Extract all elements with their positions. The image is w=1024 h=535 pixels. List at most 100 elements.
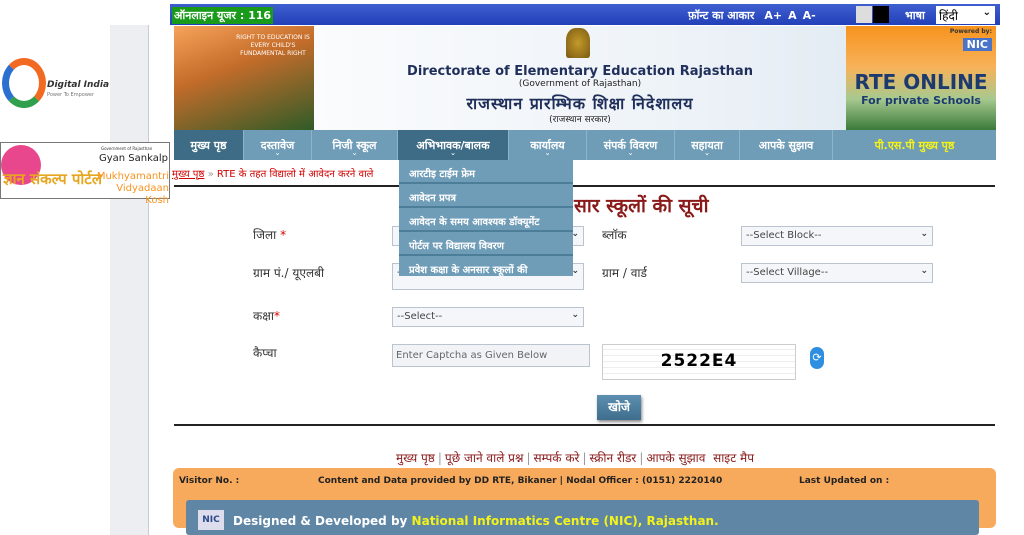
last-updated: Last Updated on : [799, 476, 890, 486]
required-mark: * [280, 228, 287, 242]
chevron-down-icon: ⌄ [274, 149, 281, 157]
village-select[interactable]: --Select Village-- ⌄ [741, 263, 933, 283]
footer-link-screen-reader[interactable]: स्क्रीन रीडर [590, 451, 637, 465]
breadcrumb-current: RTE के तहत विद्यालो में आवेदन करने वाले [216, 169, 374, 180]
dropdown-item-schools-by-class[interactable]: प्रवेश कक्षा के अनसार स्कूलों की [399, 256, 573, 276]
village-value: --Select Village-- [746, 267, 829, 278]
footer-link-contact[interactable]: सम्पर्क करे [534, 451, 580, 465]
class-select[interactable]: --Select-- ⌄ [392, 307, 584, 327]
block-select[interactable]: --Select Block-- ⌄ [741, 226, 933, 246]
parent-child-dropdown: आरटीइ टाईम फ्रेम आवेदन प्रपत्र आवेदन के … [399, 160, 573, 276]
class-value: --Select-- [397, 311, 443, 322]
block-value: --Select Block-- [746, 230, 822, 241]
title-hindi: राजस्थान प्रारम्भिक शिक्षा निदेशालय [466, 94, 694, 113]
mukhyamantri: Mukhyamantri [96, 171, 169, 182]
nav-private-schools[interactable]: निजी स्कूल ⌄ [312, 130, 398, 160]
divider [174, 424, 995, 426]
gyan-hindi-text: ज्ञान संकल्प पोर्टल [3, 170, 103, 188]
title-english: Directorate of Elementary Education Raja… [407, 64, 753, 79]
page-title: सार स्कूलों की सूची [574, 195, 709, 217]
digital-india-text: Digital India [47, 80, 110, 90]
nic-credit-bar: NIC Designed & Developed by National Inf… [186, 500, 979, 535]
gyan-sankalp-text: Gyan Sankalp [99, 153, 168, 164]
nav-documents[interactable]: दस्तावेज ⌄ [244, 130, 312, 160]
rte-online-banner: Powered by: NIC RTE ONLINE For private S… [846, 26, 996, 130]
vidyadaan: Vidyadaan Kosh [116, 183, 169, 206]
nic-name[interactable]: National Informatics Centre (NIC), Rajas… [412, 514, 719, 528]
top-bar: ऑनलाइन यूजर : 116 फ़ॉन्ट का आकार A+ A A- भा… [170, 4, 1000, 25]
font-increase-button[interactable]: A+ [764, 9, 782, 22]
footer-link-suggestions[interactable]: आपके सुझाव [646, 451, 705, 465]
chevron-down-icon: ⌄ [920, 266, 928, 276]
rte-online-title: RTE ONLINE [854, 70, 988, 94]
required-mark: * [273, 309, 280, 323]
nav-psp-home[interactable]: पी.एस.पी मुख्य पृष्ठ [833, 130, 996, 160]
refresh-captcha-icon[interactable]: ⟳ [810, 347, 824, 369]
chevron-down-icon: ⌄ [982, 7, 991, 18]
designed-by-text: Designed & Developed by [233, 514, 412, 528]
breadcrumb-home[interactable]: मुख्य पृष्ठ [172, 169, 204, 180]
light-theme-button[interactable] [856, 6, 872, 23]
digital-india-icon [2, 58, 46, 108]
nav-home[interactable]: मुख्य पृष्ठ [174, 130, 244, 160]
class-label-text: कक्षा [253, 309, 274, 323]
district-label: जिला * [253, 226, 286, 243]
footer-links: मुख्य पृष्ठ | पूछे जाने वाले प्रश्न | सम्पर्… [396, 449, 754, 466]
district-label-text: जिला [253, 228, 277, 242]
nav-office[interactable]: कार्यालय ⌄ [509, 130, 587, 160]
font-normal-button[interactable]: A [788, 9, 797, 22]
chevron-down-icon: ⌄ [920, 229, 928, 239]
font-decrease-button[interactable]: A- [803, 9, 816, 22]
dropdown-item-timeframe[interactable]: आरटीइ टाईम फ्रेम [399, 160, 573, 184]
dropdown-item-documents[interactable]: आवेदन के समय आवश्यक डॉक्यूमेंट [399, 208, 573, 232]
language-value: हिंदी [939, 9, 958, 23]
captcha-image: 2522E4 [602, 344, 796, 380]
chevron-down-icon: ⌄ [544, 149, 551, 157]
separator: | [582, 451, 587, 465]
captcha-label: कैप्चा [253, 346, 277, 360]
vidyadaan-text: Mukhyamantri Vidyadaan Kosh [95, 171, 169, 207]
side-background [110, 25, 148, 535]
footer-link-faq[interactable]: पूछे जाने वाले प्रश्न [445, 451, 524, 465]
gyan-sankalp-logo[interactable]: Government of Rajasthan Gyan Sankalp ज्ञ… [0, 142, 170, 206]
online-users: ऑनलाइन यूजर : 116 [172, 7, 274, 24]
nav-help[interactable]: सहायता ⌄ [675, 130, 740, 160]
digital-india-subtext: Power To Empower [47, 92, 95, 98]
footer-link-sitemap[interactable]: साइट मैप [713, 451, 754, 465]
language-label: भाषा [905, 9, 925, 22]
powered-by: Powered by: [949, 28, 992, 35]
banner-slogan: RIGHT TO EDUCATION IS EVERY CHILD'S FUND… [236, 34, 310, 57]
captcha-input[interactable]: Enter Captcha as Given Below [392, 344, 590, 367]
subtitle-hindi: (राजस्थान सरकार) [549, 115, 611, 125]
chevron-down-icon: ⌄ [704, 149, 710, 157]
dark-theme-button[interactable] [873, 6, 889, 23]
dropdown-item-application-form[interactable]: आवेदन प्रपत्र [399, 184, 573, 208]
nic-logo: NIC [962, 38, 992, 51]
digital-india-logo[interactable]: Digital India Power To Empower [0, 50, 110, 120]
nav-suggestions[interactable]: आपके सुझाव [740, 130, 833, 160]
chevron-down-icon: ⌄ [627, 149, 634, 157]
gp-label: ग्राम पं./ यूएलबी [253, 266, 325, 280]
chevron-down-icon: ⌄ [351, 149, 358, 157]
chevron-down-icon: ⌄ [450, 149, 456, 157]
page-edge [148, 25, 149, 535]
chevron-down-icon: ⌄ [571, 310, 579, 320]
subtitle-english: (Government of Rajasthan) [518, 79, 642, 89]
separator: | [526, 451, 531, 465]
nav-parent-child[interactable]: अभिभावक/बालक ⌄ [398, 130, 509, 160]
dropdown-item-school-details[interactable]: पोर्टल पर विद्यालय विवरण [399, 232, 573, 256]
village-label: ग्राम / वार्ड [602, 266, 647, 280]
designed-by: Designed & Developed by National Informa… [233, 514, 719, 528]
rte-online-subtitle: For private Schools [861, 94, 981, 107]
language-select[interactable]: हिंदी ⌄ [936, 6, 995, 24]
search-button[interactable]: खोजे [597, 395, 641, 420]
national-emblem-icon [566, 28, 590, 58]
font-size-controls: फ़ॉन्ट का आकार A+ A A- [682, 8, 816, 23]
nav-contact[interactable]: संपर्क विवरण ⌄ [587, 130, 675, 160]
breadcrumb: मुख्य पृष्ठ » RTE के तहत विद्यालो में आव… [172, 166, 373, 180]
nic-logo-icon: NIC [198, 510, 224, 530]
divider [174, 185, 995, 187]
footer-link-home[interactable]: मुख्य पृष्ठ [396, 451, 435, 465]
block-label: ब्लॉक [602, 228, 627, 242]
content-provided: Content and Data provided by DD RTE, Bik… [318, 476, 723, 486]
